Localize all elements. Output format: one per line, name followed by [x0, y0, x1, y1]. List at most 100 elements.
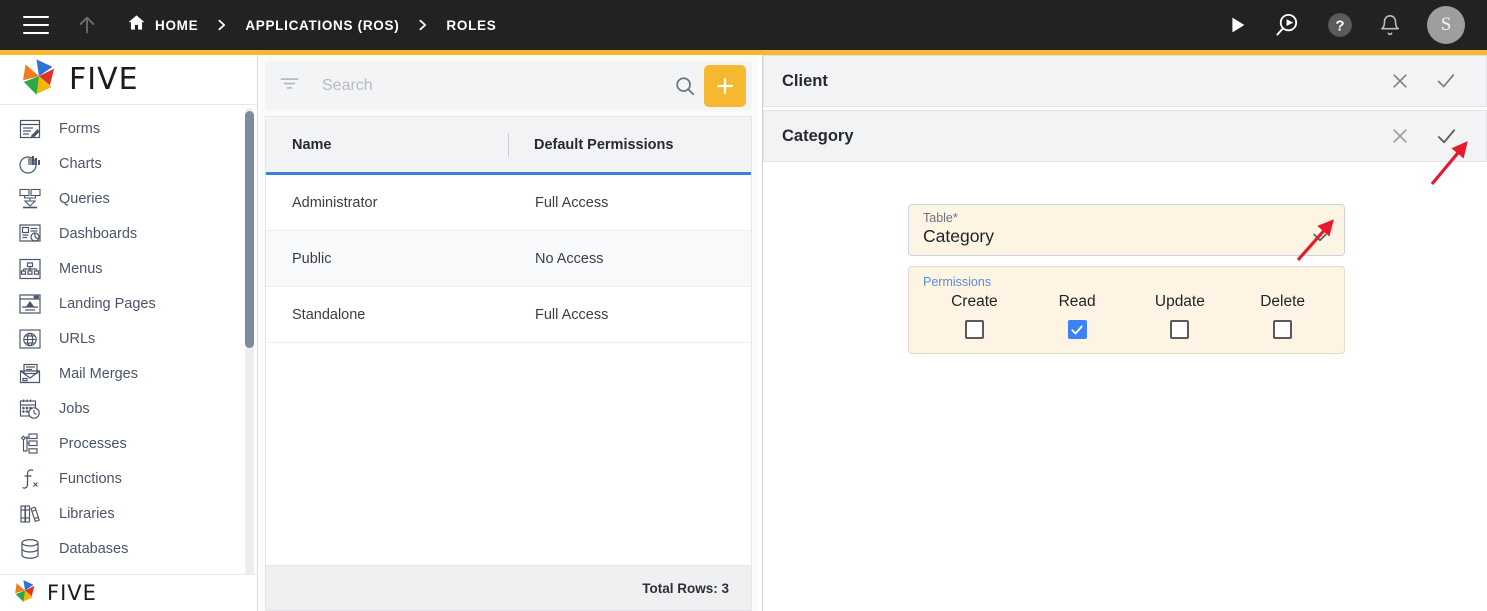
table-row[interactable]: Standalone Full Access [266, 287, 751, 343]
close-icon[interactable] [1388, 124, 1412, 148]
cell-permissions: Full Access [535, 194, 609, 211]
sidebar-item-menus[interactable]: Menus [0, 251, 257, 286]
checkbox-update[interactable] [1170, 320, 1190, 339]
sidebar-item-forms[interactable]: Forms [0, 111, 257, 146]
sidebar-item-libraries[interactable]: Libraries [0, 496, 257, 531]
sidebar-item-processes[interactable]: Processes [0, 426, 257, 461]
close-icon[interactable] [1388, 69, 1412, 93]
home-icon [127, 13, 146, 37]
sidebar-item-charts[interactable]: Charts [0, 146, 257, 181]
checkbox-read[interactable] [1067, 320, 1087, 339]
jobs-icon [17, 396, 43, 422]
libraries-icon [17, 501, 43, 527]
form-field-column: Table* Category Permissions Create Read … [908, 204, 1345, 354]
column-header-default-permissions[interactable]: Default Permissions [509, 137, 751, 153]
check-icon[interactable] [1434, 124, 1458, 148]
column-header-name[interactable]: Name [266, 137, 508, 153]
topbar-actions: ? S [1226, 6, 1487, 44]
sidebar-item-jobs[interactable]: Jobs [0, 391, 257, 426]
table-row[interactable]: Public No Access [266, 231, 751, 287]
sidebar-scrollbar-thumb[interactable] [245, 111, 254, 348]
sidebar-item-dashboards[interactable]: Dashboards [0, 216, 257, 251]
permission-create: Create [923, 293, 1026, 339]
search-bar [265, 61, 752, 110]
breadcrumb-label-roles: ROLES [446, 17, 497, 33]
sidebar-label-landing-pages: Landing Pages [59, 295, 156, 312]
card-actions-category [1388, 124, 1472, 148]
filter-icon[interactable] [279, 73, 300, 99]
sidebar-item-functions[interactable]: Functions [0, 461, 257, 496]
permission-label-update: Update [1154, 293, 1205, 310]
table-field-value: Category [923, 226, 995, 246]
sidebar-item-landing-pages[interactable]: Landing Pages [0, 286, 257, 321]
search-input[interactable] [300, 76, 674, 95]
sidebar-label-queries: Queries [59, 190, 110, 207]
sidebar-item-urls[interactable]: URLs [0, 321, 257, 356]
app-root: HOME APPLICATIONS (ROS) ROLES ? S FIVE F… [0, 0, 1487, 611]
dashboards-icon [17, 221, 43, 247]
permissions-group: Permissions Create Read Update Delete [908, 266, 1345, 354]
user-avatar[interactable]: S [1427, 6, 1465, 44]
required-marker: * [952, 211, 958, 225]
sidebar-footer-logo: FIVE [0, 574, 257, 611]
sidebar-item-databases[interactable]: Databases [0, 531, 257, 566]
five-pinwheel-logo-icon [18, 56, 60, 103]
card-title-client: Client [782, 71, 828, 90]
arrow-up-icon[interactable] [75, 13, 99, 37]
sidebar: FIVE Forms Charts Queries Dashboards Men… [0, 55, 258, 611]
search-icon[interactable] [674, 75, 696, 97]
avatar-initial: S [1440, 14, 1452, 35]
table-field-label: Table* [923, 211, 1332, 225]
card-header-category: Category [763, 110, 1487, 162]
check-icon[interactable] [1434, 69, 1458, 93]
notifications-bell-icon[interactable] [1379, 14, 1401, 36]
hamburger-menu-icon[interactable] [23, 16, 49, 34]
add-role-button[interactable] [704, 64, 746, 107]
menus-icon [17, 256, 43, 282]
sidebar-label-processes: Processes [59, 435, 127, 452]
card-header-client: Client [763, 55, 1487, 107]
debug-search-icon[interactable] [1274, 12, 1301, 39]
sidebar-item-queries[interactable]: Queries [0, 181, 257, 216]
top-navigation-bar: HOME APPLICATIONS (ROS) ROLES ? S [0, 0, 1487, 50]
permission-read: Read [1026, 293, 1129, 339]
sidebar-label-mail-merges: Mail Merges [59, 365, 138, 382]
card-title-category: Category [782, 126, 854, 145]
chevron-down-icon[interactable] [1310, 227, 1330, 252]
sidebar-scrollbar-track[interactable] [245, 108, 254, 574]
breadcrumb-item-applications[interactable]: APPLICATIONS (ROS) [245, 18, 399, 33]
cell-permissions: No Access [535, 250, 604, 267]
sidebar-nav-scroll: Forms Charts Queries Dashboards Menus La… [0, 105, 257, 574]
checkbox-delete[interactable] [1273, 320, 1293, 339]
permission-delete: Delete [1231, 293, 1334, 339]
sidebar-logo[interactable]: FIVE [0, 55, 257, 105]
table-row[interactable]: Administrator Full Access [266, 175, 751, 231]
sidebar-label-databases: Databases [59, 540, 129, 557]
cell-permissions: Full Access [535, 306, 609, 323]
breadcrumb-separator-icon-2 [416, 17, 429, 33]
sidebar-item-mail-merges[interactable]: Mail Merges [0, 356, 257, 391]
databases-icon [17, 536, 43, 562]
mail-merges-icon [17, 361, 43, 387]
cell-name: Standalone [292, 306, 366, 323]
sidebar-logo-text: FIVE [69, 62, 139, 97]
breadcrumb-label-applications: APPLICATIONS (ROS) [245, 17, 400, 33]
permissions-legend: Permissions [923, 275, 992, 289]
table-select-field[interactable]: Table* Category [908, 204, 1345, 256]
checkbox-create[interactable] [964, 320, 984, 339]
sidebar-label-urls: URLs [59, 330, 96, 347]
grid-empty-space [266, 343, 751, 565]
roles-list-panel: Name Default Permissions Administrator F… [260, 55, 757, 611]
processes-icon [17, 431, 43, 457]
breadcrumb-item-roles[interactable]: ROLES [446, 18, 496, 33]
run-icon[interactable] [1226, 14, 1248, 36]
svg-text:?: ? [1335, 18, 1344, 35]
sidebar-label-menus: Menus [59, 260, 103, 277]
table-field-label-text: Table [923, 211, 953, 225]
breadcrumb-item-home[interactable]: HOME [127, 13, 198, 37]
sidebar-label-dashboards: Dashboards [59, 225, 138, 242]
help-icon[interactable]: ? [1327, 12, 1353, 38]
landing-pages-icon [17, 291, 43, 317]
roles-grid: Name Default Permissions Administrator F… [265, 116, 752, 611]
urls-icon [17, 326, 43, 352]
